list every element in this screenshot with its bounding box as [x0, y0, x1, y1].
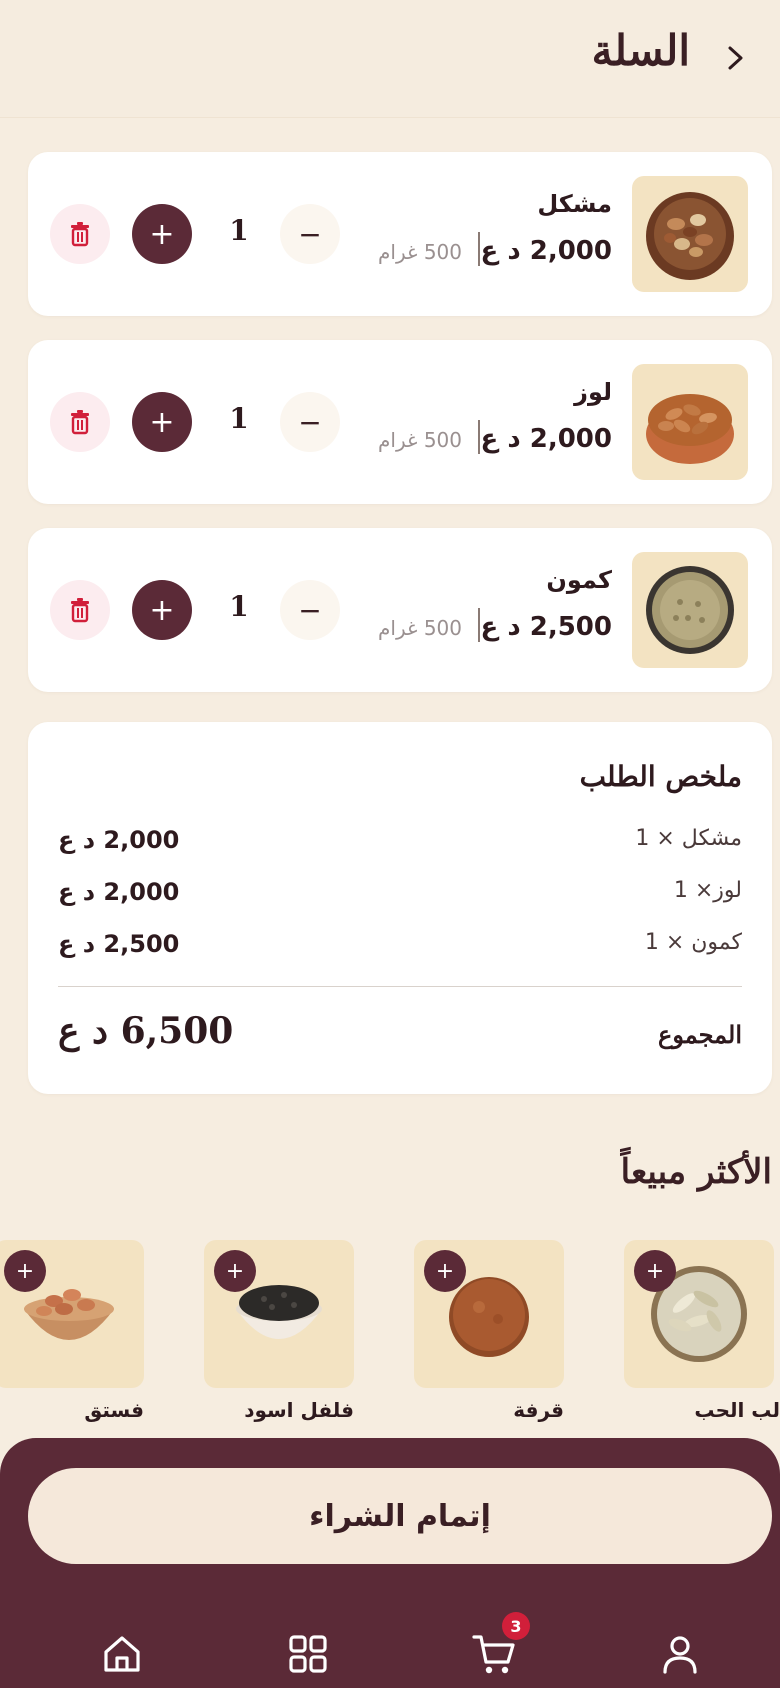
summary-title: ملخص الطلب: [579, 760, 742, 793]
chevron-right-icon: [728, 46, 743, 70]
product-image: [632, 364, 748, 480]
order-summary: ملخص الطلب مشكل × 1 2,000 د ع لوز× 1 2,0…: [28, 722, 772, 1094]
trash-icon: [71, 410, 89, 435]
summary-row-label: لوز× 1: [673, 878, 742, 903]
page-title: السلة: [591, 26, 690, 75]
decrease-qty-button[interactable]: −: [280, 204, 340, 264]
bestseller-card[interactable]: +: [624, 1240, 774, 1388]
item-quantity: 1: [229, 214, 249, 247]
trash-icon: [71, 598, 89, 623]
cart-item: مشكل 2,000 د ع 500 غرام − 1 +: [28, 152, 772, 316]
add-to-cart-button[interactable]: +: [634, 1250, 676, 1292]
cart-badge: 3: [502, 1612, 530, 1640]
summary-row-amount: 2,000 د ع: [58, 878, 180, 906]
summary-divider: [58, 986, 742, 987]
cart-item: كمون 2,500 د ع 500 غرام − 1 +: [28, 528, 772, 692]
delete-item-button[interactable]: [50, 204, 110, 264]
item-weight: 500 غرام: [378, 240, 462, 264]
checkout-button[interactable]: إتمام الشراء: [28, 1468, 772, 1564]
nav-cart[interactable]: 3: [468, 1612, 530, 1680]
nav-profile[interactable]: [654, 1628, 706, 1680]
item-price: 2,000 د ع: [480, 424, 612, 454]
product-image: [632, 552, 748, 668]
summary-row-amount: 2,000 د ع: [58, 826, 180, 854]
app-header: السلة: [0, 0, 780, 118]
divider: [478, 608, 480, 642]
user-icon: [663, 1636, 697, 1674]
increase-qty-button[interactable]: +: [132, 392, 192, 452]
increase-qty-button[interactable]: +: [132, 580, 192, 640]
item-quantity: 1: [229, 590, 249, 623]
item-weight: 500 غرام: [378, 616, 462, 640]
nav-home[interactable]: [96, 1628, 148, 1680]
add-to-cart-button[interactable]: +: [424, 1250, 466, 1292]
product-image: [632, 176, 748, 292]
bestseller-card[interactable]: +: [0, 1240, 144, 1388]
cart-item: لوز 2,000 د ع 500 غرام − 1 +: [28, 340, 772, 504]
item-weight: 500 غرام: [378, 428, 462, 452]
item-name: كمون: [546, 566, 612, 594]
divider: [478, 232, 480, 266]
bottom-panel: إتمام الشراء 3: [0, 1438, 780, 1688]
bestseller-card[interactable]: +: [414, 1240, 564, 1388]
delete-item-button[interactable]: [50, 392, 110, 452]
back-button[interactable]: [716, 38, 756, 78]
summary-row: لوز× 1 2,000 د ع: [58, 878, 742, 912]
summary-row: كمون × 1 2,500 د ع: [58, 930, 742, 964]
total-label: المجموع: [658, 1020, 742, 1049]
item-name: لوز: [574, 378, 612, 406]
bestseller-name: فلفل اسود: [244, 1398, 354, 1422]
bestsellers-title: الأكثر مبيعاً: [620, 1152, 772, 1192]
nav-categories[interactable]: [282, 1628, 334, 1680]
home-icon: [104, 1636, 140, 1672]
summary-row-amount: 2,500 د ع: [58, 930, 180, 958]
divider: [478, 420, 480, 454]
total-amount: 6,500 د ع: [58, 1010, 234, 1052]
summary-row: مشكل × 1 2,000 د ع: [58, 826, 742, 860]
add-to-cart-button[interactable]: +: [4, 1250, 46, 1292]
bestseller-card[interactable]: +: [204, 1240, 354, 1388]
add-to-cart-button[interactable]: +: [214, 1250, 256, 1292]
summary-row-label: كمون × 1: [644, 930, 742, 955]
decrease-qty-button[interactable]: −: [280, 580, 340, 640]
bestseller-name: لب الحب: [694, 1398, 780, 1422]
item-price: 2,500 د ع: [480, 612, 612, 642]
bestseller-name: قرفة: [513, 1398, 564, 1422]
bestseller-name: فستق: [84, 1398, 144, 1422]
item-price: 2,000 د ع: [480, 236, 612, 266]
delete-item-button[interactable]: [50, 580, 110, 640]
summary-row-label: مشكل × 1: [635, 826, 742, 851]
item-quantity: 1: [229, 402, 249, 435]
decrease-qty-button[interactable]: −: [280, 392, 340, 452]
increase-qty-button[interactable]: +: [132, 204, 192, 264]
grid-icon: [289, 1635, 327, 1673]
trash-icon: [71, 222, 89, 247]
item-name: مشكل: [537, 190, 612, 218]
